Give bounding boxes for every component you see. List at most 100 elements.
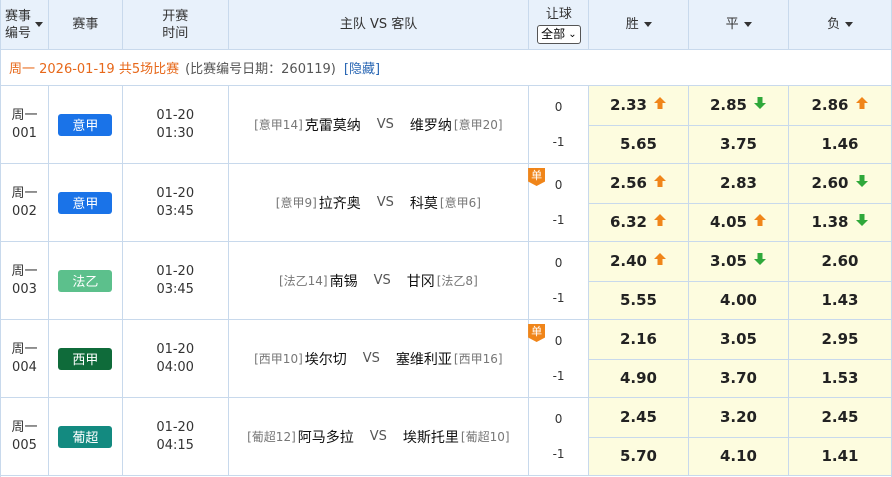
- handicap-cell: 单 0 -1: [528, 164, 589, 241]
- odds-cell[interactable]: 3.20: [689, 398, 789, 437]
- teams-cell: [法乙14] 南锡 VS 甘冈 [法乙8]: [229, 242, 530, 319]
- odds-cell[interactable]: 4.00: [689, 281, 789, 319]
- odds-row-standard: 2.33 2.85 2.86: [589, 86, 891, 125]
- odds-row-handicap: 5.55 4.00 1.43: [589, 280, 891, 319]
- single-badge: 单: [528, 168, 546, 186]
- caret-down-icon: [743, 22, 752, 27]
- home-team[interactable]: 拉齐奥: [319, 193, 361, 213]
- odds-cell[interactable]: 2.33: [589, 86, 689, 125]
- odds-cell[interactable]: 2.45: [789, 398, 891, 437]
- odds-cell[interactable]: 3.05: [689, 242, 789, 281]
- odds-cell[interactable]: 5.70: [589, 437, 689, 475]
- odds-cell[interactable]: 2.95: [789, 320, 891, 359]
- match-number: 周一 003: [1, 242, 49, 319]
- league-badge[interactable]: 西甲: [58, 347, 113, 370]
- vs-label: VS: [376, 195, 394, 210]
- home-team[interactable]: 克雷莫纳: [305, 115, 361, 135]
- league-badge[interactable]: 法乙: [58, 269, 113, 292]
- teams-cell: [意甲9] 拉齐奥 VS 科莫 [意甲6]: [229, 164, 530, 241]
- home-team[interactable]: 阿马多拉: [298, 427, 354, 447]
- kickoff-time: 01-20 04:15: [123, 398, 229, 475]
- odds-cell[interactable]: 2.60: [789, 164, 891, 203]
- league-badge[interactable]: 葡超: [58, 425, 113, 448]
- arrow-up-icon: [747, 213, 767, 231]
- odds-cell[interactable]: 4.10: [689, 437, 789, 475]
- odds-cell[interactable]: 2.40: [589, 242, 689, 281]
- home-team[interactable]: 南锡: [330, 271, 358, 291]
- table-row: 周一 003 法乙 01-20 03:45 [法乙14] 南锡 VS 甘冈 [法乙8…: [1, 242, 891, 320]
- hide-link[interactable]: [隐藏]: [344, 58, 380, 77]
- league-cell: 西甲: [49, 320, 123, 397]
- odds-cell[interactable]: 1.46: [789, 125, 891, 163]
- home-rank: [意甲9]: [275, 196, 317, 210]
- odds-cell[interactable]: 1.38: [789, 203, 891, 241]
- header-win[interactable]: 胜: [589, 0, 690, 49]
- odds-cell[interactable]: 6.32: [589, 203, 689, 241]
- odds-cell[interactable]: 1.53: [789, 359, 891, 397]
- header-draw[interactable]: 平: [689, 0, 790, 49]
- arrow-down-icon: [747, 96, 767, 114]
- match-list-table: 赛事 编号 赛事 开赛 时间 主队 VS 客队 让球 全部 ⌄ 胜 平 负 周一 20…: [0, 0, 892, 477]
- odds-cell[interactable]: 4.05: [689, 203, 789, 241]
- home-rank: [法乙14]: [278, 274, 328, 288]
- odds-cell[interactable]: 5.55: [589, 281, 689, 319]
- odds-cell[interactable]: 1.41: [789, 437, 891, 475]
- odds-cell[interactable]: 5.65: [589, 125, 689, 163]
- away-rank: [葡超10]: [460, 430, 510, 444]
- league-cell: 葡超: [49, 398, 123, 475]
- odds-block: 2.16 3.05 2.95 4.90 3.70 1.53: [589, 320, 891, 397]
- odds-row-standard: 2.56 2.83 2.60: [589, 164, 891, 203]
- handicap-value: 0: [554, 178, 563, 193]
- odds-cell[interactable]: 2.85: [689, 86, 789, 125]
- match-number: 周一 001: [1, 86, 49, 163]
- kickoff-time: 01-20 03:45: [123, 164, 229, 241]
- vs-label: VS: [376, 117, 394, 132]
- away-team[interactable]: 埃斯托里: [403, 427, 459, 447]
- handicap-value: -1: [552, 212, 565, 227]
- handicap-value: -1: [552, 134, 565, 149]
- odds-block: 2.33 2.85 2.86 5.65 3.75 1.46: [589, 86, 891, 163]
- teams-cell: [意甲14] 克雷莫纳 VS 维罗纳 [意甲20]: [229, 86, 530, 163]
- caret-down-icon: [845, 22, 854, 27]
- table-header: 赛事 编号 赛事 开赛 时间 主队 VS 客队 让球 全部 ⌄ 胜 平 负: [1, 0, 891, 50]
- away-team[interactable]: 甘冈: [407, 271, 435, 291]
- table-row: 周一 001 意甲 01-20 01:30 [意甲14] 克雷莫纳 VS 维罗纳 […: [1, 86, 891, 164]
- match-number: 周一 005: [1, 398, 49, 475]
- home-rank: [葡超12]: [247, 430, 296, 444]
- odds-cell[interactable]: 2.83: [689, 164, 789, 203]
- header-teams: 主队 VS 客队: [229, 0, 530, 49]
- odds-block: 2.40 3.05 2.60 5.55 4.00 1.43: [589, 242, 891, 319]
- away-rank: [西甲16]: [453, 352, 503, 366]
- odds-cell[interactable]: 1.43: [789, 281, 891, 319]
- handicap-select[interactable]: 全部 ⌄: [537, 24, 581, 44]
- table-row: 周一 005 葡超 01-20 04:15 [葡超12] 阿马多拉 VS 埃斯托里 …: [1, 398, 891, 476]
- odds-cell[interactable]: 3.05: [689, 320, 789, 359]
- away-team[interactable]: 科莫: [410, 193, 438, 213]
- arrow-down-icon: [747, 252, 767, 270]
- odds-cell[interactable]: 2.16: [589, 320, 689, 359]
- odds-cell[interactable]: 2.56: [589, 164, 689, 203]
- odds-cell[interactable]: 2.86: [789, 86, 891, 125]
- league-badge[interactable]: 意甲: [58, 113, 113, 136]
- odds-cell[interactable]: 3.75: [689, 125, 789, 163]
- league-badge[interactable]: 意甲: [58, 191, 113, 214]
- odds-cell[interactable]: 2.45: [589, 398, 689, 437]
- away-team[interactable]: 塞维利亚: [396, 349, 452, 369]
- odds-cell[interactable]: 4.90: [589, 359, 689, 397]
- handicap-value: -1: [552, 290, 565, 305]
- table-row: 周一 002 意甲 01-20 03:45 [意甲9] 拉齐奥 VS 科莫 [意甲6…: [1, 164, 891, 242]
- header-lose[interactable]: 负: [789, 0, 891, 49]
- teams-cell: [葡超12] 阿马多拉 VS 埃斯托里 [葡超10]: [229, 398, 530, 475]
- odds-row-handicap: 4.90 3.70 1.53: [589, 358, 891, 397]
- odds-cell[interactable]: 3.70: [689, 359, 789, 397]
- kickoff-time: 01-20 01:30: [123, 86, 229, 163]
- away-team[interactable]: 维罗纳: [410, 115, 452, 135]
- league-cell: 意甲: [49, 164, 123, 241]
- home-team[interactable]: 埃尔切: [305, 349, 347, 369]
- odds-cell[interactable]: 2.60: [789, 242, 891, 281]
- header-match-no[interactable]: 赛事 编号: [1, 0, 49, 49]
- kickoff-time: 01-20 04:00: [123, 320, 229, 397]
- handicap-value: 0: [554, 412, 563, 427]
- arrow-up-icon: [849, 96, 869, 114]
- arrow-up-icon: [647, 213, 667, 231]
